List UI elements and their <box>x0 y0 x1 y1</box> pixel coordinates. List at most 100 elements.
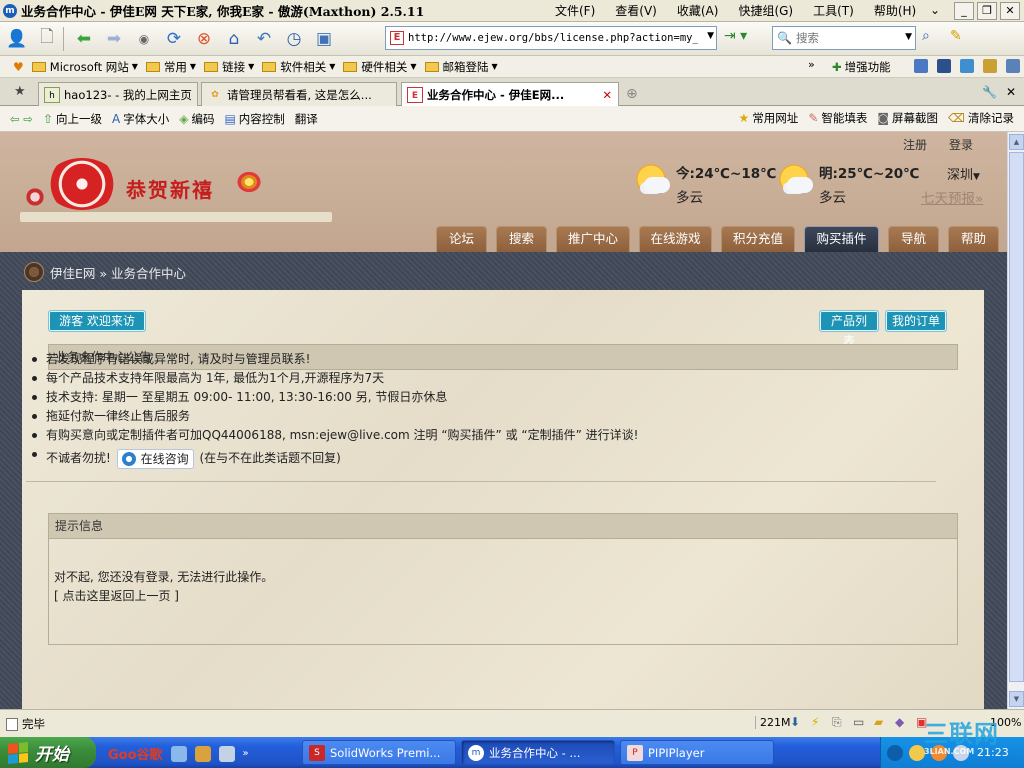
nav-points-recharge[interactable]: 积分充值 <box>721 226 795 252</box>
tray-arrow-icon[interactable] <box>887 744 903 761</box>
more-quicklaunch-icon[interactable]: » <box>243 748 249 759</box>
search-icon[interactable]: ⌕ <box>922 28 944 44</box>
maxthon-icon[interactable]: m <box>3 3 17 18</box>
nav-help[interactable]: 帮助 <box>948 226 999 252</box>
popup-icon[interactable]: ▭ <box>853 715 867 729</box>
new-page-icon[interactable]: 🗋 <box>34 26 60 52</box>
helper-clear-history[interactable]: ⌫ 清除记录 <box>948 110 1014 126</box>
proxy-icon[interactable]: ⎘ <box>832 715 846 729</box>
restore-button[interactable]: ❐ <box>977 2 997 20</box>
close-icon[interactable]: ✕ <box>1006 85 1016 99</box>
tools-icon[interactable]: 🔧 <box>982 85 997 99</box>
plugin-icon[interactable] <box>983 59 997 73</box>
app-icon[interactable] <box>194 745 211 762</box>
scroll-down-icon[interactable]: ▼ <box>1009 691 1024 707</box>
favorites-heart-icon[interactable]: ♥ <box>13 60 24 74</box>
home-icon[interactable]: ⌂ <box>221 26 247 52</box>
task-solidworks[interactable]: S SolidWorks Premi... <box>302 740 456 765</box>
clock-icon[interactable]: ◷ <box>281 26 307 52</box>
back-icon[interactable]: ⬅ <box>71 26 97 52</box>
helper-font-size[interactable]: A 字体大小 <box>112 111 169 127</box>
memory-usage[interactable]: 221M <box>755 716 791 729</box>
search-engine-icon[interactable]: 🔍 <box>777 31 792 45</box>
tab-admin-question[interactable]: ✿ 请管理员帮看看, 这是怎么... <box>201 82 397 106</box>
scroll-up-icon[interactable]: ▲ <box>1009 134 1024 150</box>
app-icon[interactable] <box>218 745 235 762</box>
lightning-icon[interactable]: ⚡ <box>811 715 825 729</box>
favorite-folder-mail[interactable]: 邮箱登陆 ▼ <box>424 59 498 75</box>
site-logo[interactable]: 恭贺新禧 <box>20 152 334 222</box>
helper-translate[interactable]: 翻译 <box>295 111 318 127</box>
more-favorites-button[interactable]: » <box>808 58 815 71</box>
product-list-button[interactable]: 产品列表 <box>819 310 879 348</box>
register-link[interactable]: 注册 <box>903 136 927 153</box>
nav-promotion-center[interactable]: 推广中心 <box>556 226 630 252</box>
vertical-scrollbar[interactable]: ▲ ▼ <box>1007 132 1024 709</box>
close-tab-icon[interactable]: ✕ <box>602 88 612 102</box>
address-input[interactable]: http://www.ejew.org/bbs/license.php?acti… <box>408 32 698 44</box>
google-quicklaunch[interactable]: Goo谷歌 <box>108 744 163 763</box>
nav-online-games[interactable]: 在线游戏 <box>639 226 712 252</box>
go-icon[interactable]: ⇥ ▾ <box>724 28 754 50</box>
helper-smart-fill[interactable]: ✎ 智能填表 <box>808 110 867 126</box>
helper-screenshot[interactable]: ◙ 屏幕截图 <box>877 110 938 126</box>
plugins-button[interactable]: ✚ 增强功能 <box>832 59 891 75</box>
search-box[interactable]: 🔍 ▼ <box>772 26 916 50</box>
plugin-icon[interactable] <box>937 59 951 73</box>
task-maxthon[interactable]: m 业务合作中心 - ... <box>461 740 615 765</box>
menu-shortcut-group[interactable]: 快捷组(G) <box>738 2 793 19</box>
online-consult-button[interactable]: 在线咨询 <box>116 448 194 469</box>
tray-app-icon[interactable] <box>953 744 969 761</box>
plugin-icon[interactable] <box>1006 59 1020 73</box>
highlight-icon[interactable]: ✎ <box>950 28 972 44</box>
undo-icon[interactable]: ↶ <box>251 26 277 52</box>
seven-day-forecast-link[interactable]: 七天预报» <box>921 187 983 207</box>
tab-hao123[interactable]: h hao123- - 我的上网主页 <box>38 82 198 106</box>
start-button[interactable]: 开始 <box>0 737 96 768</box>
plugin-icon[interactable] <box>914 59 928 73</box>
favorite-folder-links[interactable]: 链接 ▼ <box>204 59 254 75</box>
nav-navigation[interactable]: 导航 <box>888 226 939 252</box>
task-pipiplayer[interactable]: P PIPIPlayer <box>620 740 774 765</box>
menu-file[interactable]: 文件(F) <box>555 2 595 19</box>
stop-icon[interactable]: ⊗ <box>191 26 217 52</box>
nav-search[interactable]: 搜索 <box>496 226 547 252</box>
close-button[interactable]: ✕ <box>1000 2 1020 20</box>
address-bar[interactable]: E http://www.ejew.org/bbs/license.php?ac… <box>385 26 717 50</box>
forward-icon[interactable]: ➡ <box>101 26 127 52</box>
favorite-folder-software[interactable]: 软件相关 ▼ <box>262 59 335 75</box>
back-small-icon[interactable]: ⇦ ⇨ <box>10 112 33 126</box>
search-input[interactable] <box>795 31 896 45</box>
tab-business-center[interactable]: E 业务合作中心 - 伊佳E网... ✕ <box>401 82 619 107</box>
my-orders-button[interactable]: 我的订单 <box>885 310 947 332</box>
new-tab-icon[interactable]: ⊕ <box>626 86 638 102</box>
chevron-down-icon[interactable]: ▼ <box>707 31 714 41</box>
folder-icon[interactable]: ▰ <box>874 715 888 729</box>
refresh-icon[interactable]: ⟳ <box>161 26 187 52</box>
city-select[interactable]: 深圳▼ <box>947 164 980 183</box>
stop-icon[interactable]: ▣ <box>916 715 930 729</box>
helper-common-urls[interactable]: ★ 常用网址 <box>739 110 799 126</box>
qq-icon[interactable] <box>909 744 925 761</box>
breadcrumb-text[interactable]: 伊佳E网 » 业务合作中心 <box>50 263 186 282</box>
menu-favorites[interactable]: 收藏(A) <box>677 2 719 19</box>
favorite-folder-common[interactable]: 常用 ▼ <box>145 59 196 75</box>
minimize-button[interactable]: _ <box>954 2 974 20</box>
screen-icon[interactable]: ▣ <box>311 26 337 52</box>
diamond-icon[interactable]: ◆ <box>895 715 909 729</box>
login-link[interactable]: 登录 <box>949 136 973 153</box>
history-dropdown-icon[interactable]: ◉ <box>131 26 157 52</box>
menu-tools[interactable]: 工具(T) <box>813 2 854 19</box>
user-icon[interactable]: 👤 <box>4 26 30 52</box>
helper-content-control[interactable]: ▤ 内容控制 <box>224 111 284 127</box>
star-icon[interactable]: ★ <box>14 84 26 99</box>
home-badge-icon[interactable] <box>24 262 44 282</box>
helper-encoding[interactable]: ◈ 编码 <box>179 111 214 127</box>
zoom-level[interactable]: 100% <box>990 716 1021 729</box>
nav-buy-plugins[interactable]: 购买插件 <box>804 226 879 252</box>
helper-up-level[interactable]: ⇧ 向上一级 <box>43 111 102 127</box>
chevron-down-icon[interactable]: ▼ <box>905 32 912 42</box>
nav-forum[interactable]: 论坛 <box>436 226 487 252</box>
download-icon[interactable]: ⬇ <box>790 715 804 729</box>
scroll-thumb[interactable] <box>1009 152 1024 682</box>
